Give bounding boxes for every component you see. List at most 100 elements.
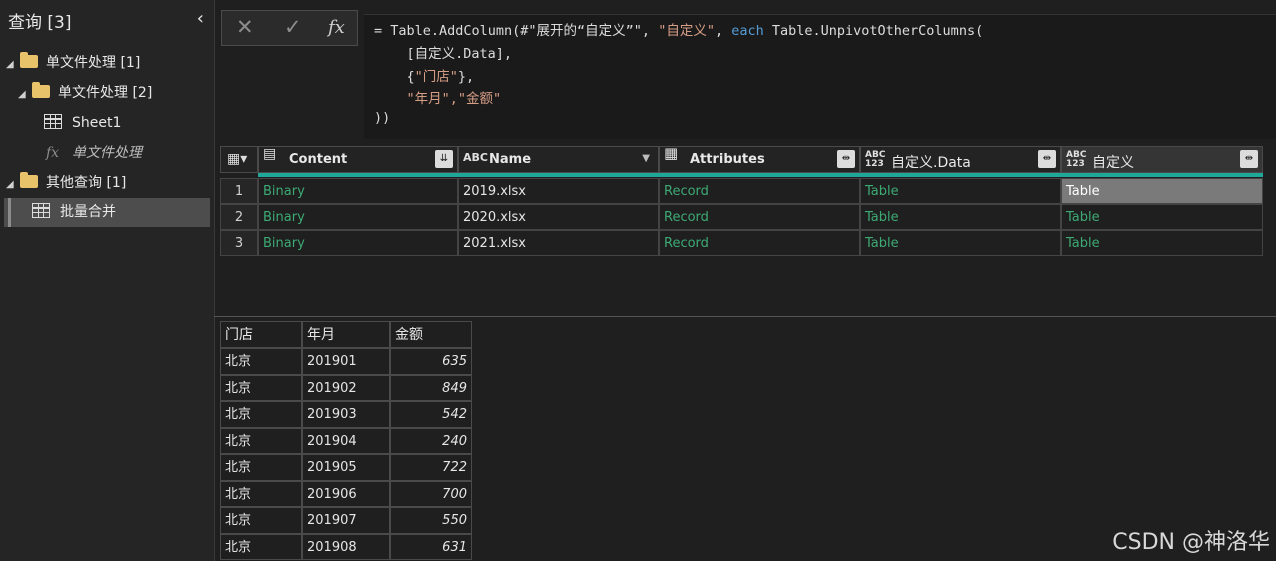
preview-cell-store: 北京 bbox=[220, 374, 302, 401]
cell-content[interactable]: Binary bbox=[258, 204, 458, 230]
tree-item-label: 批量合并 bbox=[60, 204, 116, 220]
formula-line-4: "年月","金额" bbox=[374, 91, 502, 107]
cell-custom-selected[interactable]: Table bbox=[1061, 178, 1263, 204]
cell-name[interactable]: 2020.xlsx bbox=[458, 204, 659, 230]
tree-item-sheet1[interactable]: Sheet1 bbox=[44, 110, 210, 136]
preview-cell-store: 北京 bbox=[220, 507, 302, 534]
preview-cell-store: 北京 bbox=[220, 533, 302, 560]
row-number[interactable]: 1 bbox=[220, 178, 258, 204]
record-type-icon[interactable]: ▦ bbox=[664, 146, 678, 161]
expand-table-icon[interactable]: ⇹ bbox=[1038, 150, 1056, 168]
queries-pane: 查询 [3] ‹ ◢ 单文件处理 [1] ◢ 单文件处理 [2] Sheet1 fx… bbox=[0, 0, 215, 561]
expand-binary-icon[interactable]: ⇊ bbox=[435, 150, 453, 168]
row-number[interactable]: 3 bbox=[220, 230, 258, 256]
folder-icon bbox=[20, 172, 38, 188]
preview-cell-store: 北京 bbox=[220, 480, 302, 507]
preview-cell-month: 201902 bbox=[302, 374, 390, 401]
cell-custom[interactable]: Table bbox=[1061, 230, 1263, 256]
expand-table-icon[interactable]: ⇹ bbox=[1240, 150, 1258, 168]
tree-item-label: 单文件处理 [1] bbox=[46, 55, 141, 71]
folder-icon bbox=[20, 52, 38, 68]
preview-header-amount: 金额 bbox=[390, 321, 472, 348]
binary-type-icon[interactable]: ▤ bbox=[263, 147, 276, 161]
tree-item-function[interactable]: fx 单文件处理 bbox=[46, 140, 210, 166]
text-type-icon[interactable]: ABC bbox=[463, 152, 488, 163]
column-name: Content bbox=[289, 152, 348, 167]
expand-triangle-icon[interactable]: ◢ bbox=[6, 172, 20, 198]
cell-attributes[interactable]: Record bbox=[659, 178, 860, 204]
cell-content[interactable]: Binary bbox=[258, 230, 458, 256]
expand-triangle-icon[interactable]: ◢ bbox=[6, 52, 20, 78]
selection-indicator bbox=[8, 198, 11, 227]
preview-divider[interactable] bbox=[214, 316, 1276, 317]
watermark: CSDN @神洛华 bbox=[1112, 530, 1270, 555]
table-menu-icon[interactable]: ▦▾ bbox=[227, 151, 247, 167]
column-header-custom[interactable]: ABC 123 自定义 ⇹ bbox=[1061, 146, 1263, 173]
column-header-content[interactable]: ▤ Content ⇊ bbox=[258, 146, 458, 173]
preview-cell-store: 北京 bbox=[220, 401, 302, 428]
formula-buttons: ✕ ✓ fx bbox=[221, 10, 358, 46]
function-icon: fx bbox=[46, 145, 60, 161]
tree-folder-single-file-1[interactable]: ◢ 单文件处理 [1] bbox=[6, 50, 210, 76]
any-type-icon[interactable]: ABC 123 bbox=[865, 151, 885, 169]
cell-content[interactable]: Binary bbox=[258, 178, 458, 204]
formula-line-1: = Table.AddColumn(#"展开的“自定义”", "自定义", ea… bbox=[374, 19, 983, 39]
column-header-name[interactable]: ABC Name ▼ bbox=[458, 146, 659, 173]
cell-attributes[interactable]: Record bbox=[659, 230, 860, 256]
filter-dropdown-icon[interactable]: ▼ bbox=[642, 153, 650, 164]
preview-cell-amount: 550 bbox=[390, 507, 472, 534]
cell-custom-data[interactable]: Table bbox=[860, 204, 1061, 230]
tree-item-label: 单文件处理 [2] bbox=[58, 85, 153, 101]
folder-icon bbox=[32, 82, 50, 98]
queries-pane-title: 查询 [3] bbox=[8, 13, 72, 33]
preview-cell-amount: 631 bbox=[390, 533, 472, 560]
tree-item-label: Sheet1 bbox=[72, 115, 122, 131]
preview-cell-store: 北京 bbox=[220, 427, 302, 454]
cell-custom-data[interactable]: Table bbox=[860, 230, 1061, 256]
preview-cell-amount: 722 bbox=[390, 454, 472, 481]
column-quality-bar bbox=[258, 173, 1263, 177]
preview-cell-month: 201908 bbox=[302, 533, 390, 560]
expand-record-icon[interactable]: ⇹ bbox=[837, 150, 855, 168]
row-number[interactable]: 2 bbox=[220, 204, 258, 230]
cell-custom[interactable]: Table bbox=[1061, 204, 1263, 230]
preview-cell-month: 201905 bbox=[302, 454, 390, 481]
formula-line-2: [自定义.Data], bbox=[374, 46, 513, 62]
formula-line-5: )) bbox=[374, 110, 391, 126]
cell-attributes[interactable]: Record bbox=[659, 204, 860, 230]
any-type-icon[interactable]: ABC 123 bbox=[1066, 151, 1086, 169]
formula-string: "自定义" bbox=[658, 23, 715, 39]
collapse-pane-icon[interactable]: ‹ bbox=[197, 8, 204, 29]
formula-text: }, bbox=[457, 69, 475, 85]
expand-triangle-icon[interactable]: ◢ bbox=[18, 82, 32, 108]
tree-folder-other-queries[interactable]: ◢ 其他查询 [1] bbox=[6, 170, 210, 196]
formula-text: Table.UnpivotOtherColumns( bbox=[763, 23, 984, 39]
formula-string: "门店" bbox=[414, 69, 458, 85]
table-icon bbox=[44, 114, 62, 129]
column-header-attributes[interactable]: ▦ Attributes ⇹ bbox=[659, 146, 860, 173]
column-name: Attributes bbox=[690, 152, 765, 167]
preview-header-store: 门店 bbox=[220, 321, 302, 348]
preview-cell-month: 201906 bbox=[302, 480, 390, 507]
cancel-icon[interactable]: ✕ bbox=[236, 15, 254, 39]
tree-folder-single-file-2[interactable]: ◢ 单文件处理 [2] bbox=[18, 80, 210, 106]
cell-name[interactable]: 2019.xlsx bbox=[458, 178, 659, 204]
confirm-icon[interactable]: ✓ bbox=[284, 15, 302, 39]
formula-editor[interactable]: = Table.AddColumn(#"展开的“自定义”", "自定义", ea… bbox=[364, 14, 1276, 139]
formula-text: { bbox=[374, 69, 415, 85]
grid-corner-menu[interactable]: ▦▾ bbox=[220, 146, 258, 173]
column-name: Name bbox=[489, 152, 532, 167]
tree-item-batch-merge[interactable]: 批量合并 bbox=[4, 198, 210, 227]
preview-header-month: 年月 bbox=[302, 321, 390, 348]
fx-icon[interactable]: fx bbox=[328, 17, 345, 38]
preview-cell-store: 北京 bbox=[220, 348, 302, 375]
preview-cell-amount: 849 bbox=[390, 374, 472, 401]
cell-name[interactable]: 2021.xlsx bbox=[458, 230, 659, 256]
tree-item-label: 其他查询 [1] bbox=[46, 175, 127, 191]
column-header-custom-data[interactable]: ABC 123 自定义.Data ⇹ bbox=[860, 146, 1061, 173]
table-icon bbox=[32, 203, 50, 218]
preview-cell-amount: 700 bbox=[390, 480, 472, 507]
tree-item-label: 单文件处理 bbox=[72, 145, 142, 161]
cell-custom-data[interactable]: Table bbox=[860, 178, 1061, 204]
preview-cell-month: 201904 bbox=[302, 427, 390, 454]
